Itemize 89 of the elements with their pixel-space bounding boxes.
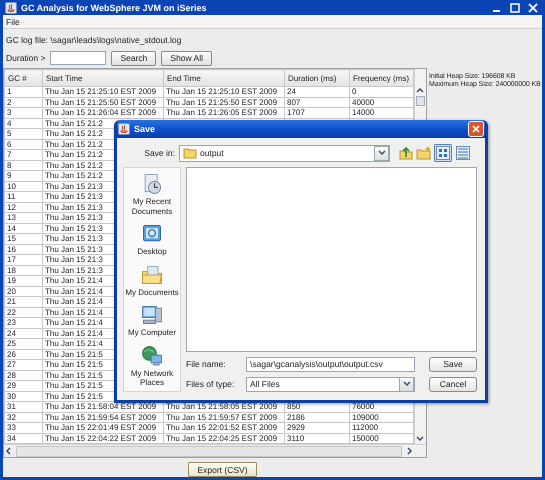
table-cell: 3 xyxy=(4,108,42,118)
table-cell: 22 xyxy=(4,307,42,318)
column-header[interactable]: GC # xyxy=(4,70,42,86)
table-cell: 29 xyxy=(4,380,42,391)
column-header[interactable]: Frequency (ms) xyxy=(350,70,414,86)
close-icon[interactable] xyxy=(472,125,480,133)
app-icon xyxy=(5,2,17,14)
scroll-thumb[interactable] xyxy=(416,96,425,106)
search-button[interactable]: Search xyxy=(111,50,156,66)
table-cell: 14 xyxy=(4,223,42,234)
table-cell: 21 xyxy=(4,296,42,307)
table-cell: 16 xyxy=(4,244,42,254)
table-cell: 27 xyxy=(4,360,42,370)
table-cell: Thu Jan 15 21:25:10 EST 2009 xyxy=(164,86,284,97)
table-cell: Thu Jan 15 21:59:54 EST 2009 xyxy=(42,412,164,422)
save-in-dropdown[interactable]: output xyxy=(179,144,390,162)
details-view-button[interactable] xyxy=(454,144,472,162)
table-cell: 20 xyxy=(4,286,42,296)
table-cell: 10 xyxy=(4,181,42,192)
table-cell: 14000 xyxy=(350,108,414,118)
table-cell: 26 xyxy=(4,349,42,360)
file-type-dropdown[interactable]: All Files xyxy=(246,376,415,392)
new-folder-icon[interactable] xyxy=(416,145,432,161)
up-folder-icon[interactable] xyxy=(398,145,414,161)
column-header[interactable]: Start Time xyxy=(42,70,164,86)
table-cell: 15 xyxy=(4,234,42,244)
table-cell: 40000 xyxy=(350,97,414,108)
column-header[interactable]: Duration (ms) xyxy=(284,70,350,86)
table-cell: 2929 xyxy=(284,422,350,433)
show-all-button[interactable]: Show All xyxy=(161,50,212,66)
close-button[interactable] xyxy=(468,121,484,137)
cancel-button[interactable]: Cancel xyxy=(429,376,477,392)
table-cell: 2 xyxy=(4,97,42,108)
table-cell: 32 xyxy=(4,412,42,422)
table-cell: 12 xyxy=(4,202,42,212)
file-name-field[interactable]: \sagar\gcanalysis\output\output.csv xyxy=(246,356,415,372)
table-cell: Thu Jan 15 21:25:50 EST 2009 xyxy=(42,97,164,108)
table-cell: 0 xyxy=(350,86,414,97)
close-icon[interactable] xyxy=(528,2,538,12)
table-cell: 9 xyxy=(4,170,42,181)
horizontal-scrollbar[interactable] xyxy=(4,444,426,457)
table-cell: Thu Jan 15 21:25:50 EST 2009 xyxy=(164,97,284,108)
table-cell: Thu Jan 15 22:01:49 EST 2009 xyxy=(42,422,164,433)
app-icon xyxy=(118,123,130,135)
table-cell: 4 xyxy=(4,118,42,128)
table-cell: 1707 xyxy=(284,108,350,118)
table-cell: 23 xyxy=(4,318,42,328)
table-cell: Thu Jan 15 21:26:04 EST 2009 xyxy=(42,108,164,118)
table-cell: 109000 xyxy=(350,412,414,422)
table-cell: 18 xyxy=(4,265,42,276)
list-view-button[interactable] xyxy=(434,144,452,162)
table-cell: Thu Jan 15 21:59:57 EST 2009 xyxy=(164,412,284,422)
table-cell: 17 xyxy=(4,254,42,265)
table-cell: 28 xyxy=(4,370,42,380)
computer-icon xyxy=(140,303,164,327)
table-cell: 1 xyxy=(4,86,42,97)
table-cell: Thu Jan 15 21:25:10 EST 2009 xyxy=(42,86,164,97)
table-cell: 2186 xyxy=(284,412,350,422)
duration-label: Duration > xyxy=(6,53,46,63)
table-cell: 807 xyxy=(284,97,350,108)
file-type-label: Files of type: xyxy=(186,379,236,389)
table-cell: 30 xyxy=(4,391,42,402)
table-cell: 19 xyxy=(4,276,42,286)
table-cell: 112000 xyxy=(350,422,414,433)
export-button[interactable]: Export (CSV) xyxy=(188,462,257,477)
table-cell: 31 xyxy=(4,402,42,412)
table-cell: Thu Jan 15 22:01:52 EST 2009 xyxy=(164,422,284,433)
table-cell: 24 xyxy=(284,86,350,97)
table-cell: 7 xyxy=(4,150,42,160)
table-cell: 6 xyxy=(4,139,42,150)
window-title: GC Analysis for WebSphere JVM on iSeries xyxy=(21,2,208,12)
globe-computer-icon xyxy=(140,344,164,368)
duration-field[interactable] xyxy=(50,51,106,65)
maximize-icon[interactable] xyxy=(510,2,520,12)
folder-icon xyxy=(183,147,197,159)
table-cell: 24 xyxy=(4,328,42,338)
table-cell: 5 xyxy=(4,128,42,139)
table-cell: 13 xyxy=(4,212,42,223)
log-file-label: GC log file: \sagar\leads\logs\native_stdout.log xyxy=(6,35,182,46)
table-cell: 8 xyxy=(4,160,42,170)
save-button[interactable]: Save xyxy=(429,356,477,372)
table-cell: 25 xyxy=(4,338,42,349)
file-name-label: File name: xyxy=(186,359,227,369)
menu-item[interactable]: File xyxy=(6,16,20,26)
table-cell: 33 xyxy=(4,422,42,433)
scroll-down-icon[interactable] xyxy=(415,434,425,444)
table-cell: Thu Jan 15 21:26:05 EST 2009 xyxy=(164,108,284,118)
column-header[interactable]: End Time xyxy=(164,70,284,86)
table-cell: 11 xyxy=(4,192,42,202)
